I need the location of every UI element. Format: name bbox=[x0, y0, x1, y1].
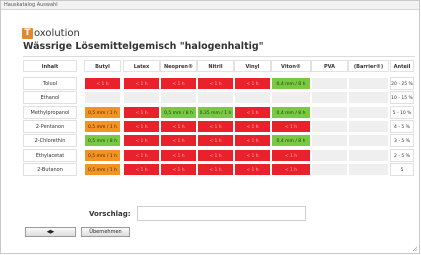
anteil-cell: 5 bbox=[390, 162, 414, 176]
resistance-cell[interactable] bbox=[348, 134, 389, 148]
resistance-cell[interactable]: < 1 h bbox=[123, 134, 160, 148]
column-header: Anteil bbox=[390, 60, 414, 72]
resistance-cell[interactable] bbox=[311, 77, 348, 90]
resistance-cell[interactable]: 0,4 mm / 8 h bbox=[271, 134, 311, 148]
column-header: Vinyl bbox=[234, 60, 271, 72]
resistance-cell[interactable] bbox=[311, 148, 348, 162]
resistance-cell[interactable]: < 1 h bbox=[160, 119, 197, 133]
column-header: Viton® bbox=[271, 60, 311, 72]
app-window: Hauskatalog Auswahl T oxolution Wässrige… bbox=[0, 0, 420, 254]
substance-name: Toluol bbox=[23, 77, 77, 90]
substance-name: 2-Chlorethin bbox=[23, 134, 77, 148]
resistance-cell[interactable] bbox=[271, 91, 311, 105]
resistance-cell[interactable]: < 1 h bbox=[123, 162, 160, 176]
resize-grip-icon[interactable] bbox=[412, 246, 417, 251]
resistance-cell[interactable]: 0,4 mm / 8 h bbox=[271, 77, 311, 90]
resistance-cell[interactable] bbox=[311, 119, 348, 133]
resistance-cell[interactable]: 0,5 mm / 8 h bbox=[84, 134, 121, 148]
resistance-cell[interactable]: < 1 h bbox=[234, 162, 271, 176]
resistance-cell[interactable]: 0,35 mm / 1 h bbox=[197, 105, 234, 119]
anteil-cell: 2 - 5 % bbox=[390, 148, 414, 162]
resistance-cell[interactable]: < 1 h bbox=[197, 148, 234, 162]
substance-name: Ethylacetat bbox=[23, 148, 77, 162]
anteil-cell: 3 - 5 % bbox=[390, 134, 414, 148]
substance-name: Methylpropanol bbox=[23, 105, 77, 119]
resistance-cell[interactable] bbox=[197, 91, 234, 105]
resistance-cell[interactable]: < 1 h bbox=[123, 148, 160, 162]
resistance-cell[interactable] bbox=[311, 162, 348, 176]
resistance-cell[interactable]: < 1 h bbox=[197, 77, 234, 90]
logo-mark: T bbox=[22, 27, 33, 39]
vorschlag-input[interactable] bbox=[137, 206, 306, 221]
substance-name: 2-Pentanon bbox=[23, 119, 77, 133]
anteil-cell: 10 - 15 % bbox=[390, 91, 414, 105]
resistance-cell[interactable]: 0,5 mm / 1 h bbox=[84, 105, 121, 119]
resistance-cell[interactable]: < 1 h bbox=[160, 134, 197, 148]
back-button[interactable]: ◀▶ bbox=[25, 227, 76, 237]
logo-text: oxolution bbox=[34, 27, 80, 39]
anteil-cell: 4 - 5 % bbox=[390, 119, 414, 133]
resistance-cell[interactable]: < 1 h bbox=[197, 162, 234, 176]
resistance-cell[interactable]: < 1 h bbox=[271, 162, 311, 176]
resistance-cell[interactable]: 0,5 mm / 1 h bbox=[84, 119, 121, 133]
resistance-cell[interactable]: 0,5 mm / 1 h bbox=[84, 148, 121, 162]
resistance-cell[interactable] bbox=[311, 105, 348, 119]
anteil-cell: 20 - 25 % bbox=[390, 77, 414, 90]
resistance-cell[interactable]: < 1 h bbox=[123, 105, 160, 119]
resistance-cell[interactable]: < 1 h bbox=[84, 77, 121, 90]
column-header: Butyl bbox=[84, 60, 121, 72]
resistance-cell[interactable]: < 1 h bbox=[123, 77, 160, 90]
resistance-cell[interactable]: < 1 h bbox=[271, 119, 311, 133]
resistance-cell[interactable]: < 1 h bbox=[160, 148, 197, 162]
resistance-cell[interactable]: < 1 h bbox=[271, 148, 311, 162]
resistance-cell[interactable]: < 1 h bbox=[197, 119, 234, 133]
resistance-cell[interactable]: < 1 h bbox=[234, 148, 271, 162]
resistance-cell[interactable]: < 1 h bbox=[160, 77, 197, 90]
title-bar: Hauskatalog Auswahl bbox=[1, 1, 419, 10]
resistance-cell[interactable]: < 1 h bbox=[197, 134, 234, 148]
resistance-cell[interactable] bbox=[123, 91, 160, 105]
resistance-cell[interactable] bbox=[348, 105, 389, 119]
resistance-cell[interactable]: < 1 h bbox=[234, 77, 271, 90]
resistance-cell[interactable] bbox=[348, 148, 389, 162]
resistance-cell[interactable]: 0,4 mm / 8 h bbox=[271, 105, 311, 119]
resistance-cell[interactable] bbox=[348, 119, 389, 133]
resistance-cell[interactable] bbox=[84, 91, 121, 105]
resistance-cell[interactable]: < 1 h bbox=[234, 119, 271, 133]
divider bbox=[23, 56, 415, 57]
substance-name: Ethanol bbox=[23, 91, 77, 105]
resistance-cell[interactable]: 0,5 mm / 8 h bbox=[160, 105, 197, 119]
resistance-cell[interactable] bbox=[311, 134, 348, 148]
column-header: (Barrier®) bbox=[348, 60, 389, 72]
resistance-cell[interactable] bbox=[348, 91, 389, 105]
resistance-cell[interactable] bbox=[160, 91, 197, 105]
column-header: Neopren® bbox=[160, 60, 197, 72]
resistance-cell[interactable]: 0,5 mm / 1 h bbox=[84, 162, 121, 176]
substance-name: 2-Butanon bbox=[23, 162, 77, 176]
resistance-cell[interactable]: < 1 h bbox=[160, 162, 197, 176]
resistance-cell[interactable] bbox=[234, 91, 271, 105]
column-header: PVA bbox=[311, 60, 348, 72]
column-header: Nitril bbox=[197, 60, 234, 72]
brand-logo: T oxolution bbox=[22, 27, 80, 39]
resistance-cell[interactable] bbox=[348, 77, 389, 90]
column-header: Inhalt bbox=[23, 60, 77, 72]
resistance-cell[interactable]: < 1 h bbox=[123, 119, 160, 133]
resistance-cell[interactable]: < 1 h bbox=[234, 105, 271, 119]
window-title: Hauskatalog Auswahl bbox=[4, 2, 58, 8]
resistance-cell[interactable] bbox=[311, 91, 348, 105]
resistance-cell[interactable]: < 1 h bbox=[234, 134, 271, 148]
resistance-cell[interactable] bbox=[348, 162, 389, 176]
column-header: Latex bbox=[123, 60, 160, 72]
anteil-cell: 5 - 10 % bbox=[390, 105, 414, 119]
vorschlag-label: Vorschlag: bbox=[89, 210, 131, 218]
page-title: Wässrige Lösemittelgemisch "halogenhalti… bbox=[23, 41, 264, 52]
apply-button[interactable]: Übernehmen bbox=[81, 227, 130, 237]
